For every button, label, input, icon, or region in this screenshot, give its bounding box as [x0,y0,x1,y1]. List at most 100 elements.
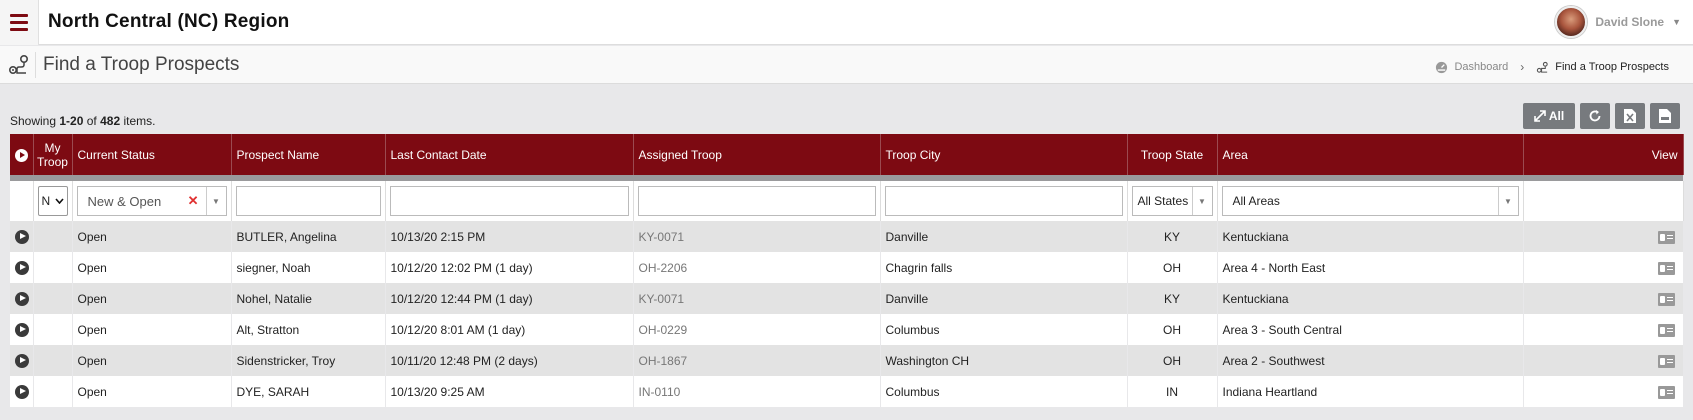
last-contact-date-cell: 10/13/20 2:15 PM [385,221,633,252]
play-circle-icon[interactable] [15,260,29,275]
troop-city-cell: Columbus [880,314,1127,345]
play-circle-icon[interactable] [15,353,29,368]
chevron-down-icon[interactable]: ▼ [205,187,226,215]
table-row[interactable]: Open DYE, SARAH 10/13/20 9:25 AM IN-0110 Col… [10,376,1683,407]
column-header-area[interactable]: Area [1217,134,1524,175]
troop-city-cell: Columbus [880,376,1127,407]
assigned-troop-cell: OH-1867 [633,345,880,376]
user-menu[interactable]: David Slone ▼ [1555,6,1681,38]
id-card-icon[interactable] [1657,385,1675,399]
view-cell [1523,314,1683,345]
filter-state-cell: All States ▼ [1127,181,1218,221]
prospect-name-filter-input[interactable] [235,186,381,216]
column-header-troop-city[interactable]: Troop City [880,134,1128,175]
last-contact-date-cell: 10/12/20 12:44 PM (1 day) [385,283,633,314]
table-row[interactable]: Open Alt, Stratton 10/12/20 8:01 AM (1 day… [10,314,1683,345]
show-all-button[interactable]: All [1523,103,1575,129]
play-circle-icon[interactable] [15,291,29,306]
breadcrumb-dashboard-link[interactable]: Dashboard [1454,61,1508,73]
last-contact-date-cell: 10/12/20 8:01 AM (1 day) [385,314,633,345]
troop-city-filter-input[interactable] [884,186,1123,216]
results-summary: Showing 1-20 of 482 items. [10,114,155,128]
play-circle-icon[interactable] [15,384,29,399]
play-circle-icon[interactable] [15,322,29,337]
status-cell: Open [72,314,231,345]
summary-total: 482 [100,114,121,128]
route-icon [8,54,29,75]
area-filter-combo[interactable]: All Areas ▼ [1221,186,1519,216]
filter-area-cell: All Areas ▼ [1217,181,1524,221]
prospects-grid: My Troop Current Status Prospect Name Las… [10,134,1684,407]
row-expand-cell [10,314,33,345]
page-title: Find a Troop Prospects [43,54,240,75]
avatar[interactable] [1555,6,1588,38]
status-cell: Open [72,345,231,376]
column-header-last-contact-date[interactable]: Last Contact Date [385,134,634,175]
assigned-troop-cell: OH-2206 [633,252,880,283]
csv-file-icon [1659,109,1671,123]
hamburger-menu-icon[interactable] [0,0,39,45]
region-title: North Central (NC) Region [48,11,290,32]
table-row[interactable]: Open BUTLER, Angelina 10/13/20 2:15 PM KY-0… [10,221,1683,252]
view-label: View [1651,147,1678,162]
area-cell: Area 3 - South Central [1217,314,1523,345]
expand-all-header[interactable] [10,134,34,175]
area-cell: Area 4 - North East [1217,252,1523,283]
chevron-down-icon [54,198,64,204]
filter-row: N New & Open ✕ ▼ All States ▼ All Areas … [10,181,1684,221]
row-expand-cell [10,376,33,407]
id-card-icon[interactable] [1657,292,1675,306]
id-card-icon[interactable] [1657,354,1675,368]
area-cell: Kentuckiana [1217,283,1523,314]
chevron-down-icon[interactable]: ▼ [1497,187,1518,215]
state-filter-value: All States [1137,194,1189,208]
show-all-label: All [1548,109,1565,123]
my-troop-filter-select[interactable]: N [37,186,68,216]
column-header-assigned-troop[interactable]: Assigned Troop [633,134,881,175]
prospect-name-cell: BUTLER, Angelina [231,221,385,252]
prospect-name-cell: Nohel, Natalie [231,283,385,314]
play-circle-icon[interactable] [15,148,28,162]
status-cell: Open [72,376,231,407]
area-filter-value: All Areas [1232,194,1280,208]
chevron-right-icon: › [1520,60,1525,74]
table-row[interactable]: Open Sidenstricker, Troy 10/11/20 12:48 PM… [10,345,1683,376]
assigned-troop-cell: KY-0071 [633,283,880,314]
filter-city-cell [880,181,1128,221]
id-card-icon[interactable] [1657,230,1675,244]
troop-state-cell: OH [1127,314,1217,345]
dashboard-icon [1436,61,1448,73]
table-row[interactable]: Open siegner, Noah 10/12/20 12:02 PM (1 da… [10,252,1683,283]
column-header-view[interactable]: View [1523,134,1684,175]
table-row[interactable]: Open Nohel, Natalie 10/12/20 12:44 PM (1 d… [10,283,1683,314]
status-cell: Open [72,252,231,283]
export-excel-button[interactable] [1615,103,1645,129]
column-header-current-status[interactable]: Current Status [72,134,232,175]
chevron-down-icon[interactable]: ▼ [1672,17,1681,27]
assigned-troop-filter-input[interactable] [637,186,876,216]
assigned-troop-cell: IN-0110 [633,376,880,407]
column-header-prospect-name[interactable]: Prospect Name [231,134,386,175]
my-troop-line2: Troop [37,154,68,169]
last-contact-date-filter-input[interactable] [389,186,629,216]
troop-state-cell: IN [1127,376,1217,407]
summary-range: 1-20 [59,114,84,128]
my-troop-cell [33,376,72,407]
status-filter-combo[interactable]: New & Open ✕ ▼ [76,186,227,216]
export-csv-button[interactable] [1650,103,1680,129]
id-card-icon[interactable] [1657,261,1675,275]
my-troop-cell [33,345,72,376]
refresh-button[interactable] [1580,103,1610,129]
user-name[interactable]: David Slone [1595,15,1664,29]
breadcrumb: Dashboard › Find a Troop Prospects [1435,60,1669,74]
column-header-troop-state[interactable]: Troop State [1127,134,1218,175]
chevron-down-icon[interactable]: ▼ [1191,187,1212,215]
row-expand-cell [10,345,33,376]
id-card-icon[interactable] [1657,323,1675,337]
state-filter-combo[interactable]: All States ▼ [1131,186,1213,216]
play-circle-icon[interactable] [15,229,29,244]
my-troop-cell [33,221,72,252]
column-header-my-troop[interactable]: My Troop [33,134,73,175]
breadcrumb-current: Find a Troop Prospects [1555,61,1669,73]
clear-icon[interactable]: ✕ [188,193,199,209]
